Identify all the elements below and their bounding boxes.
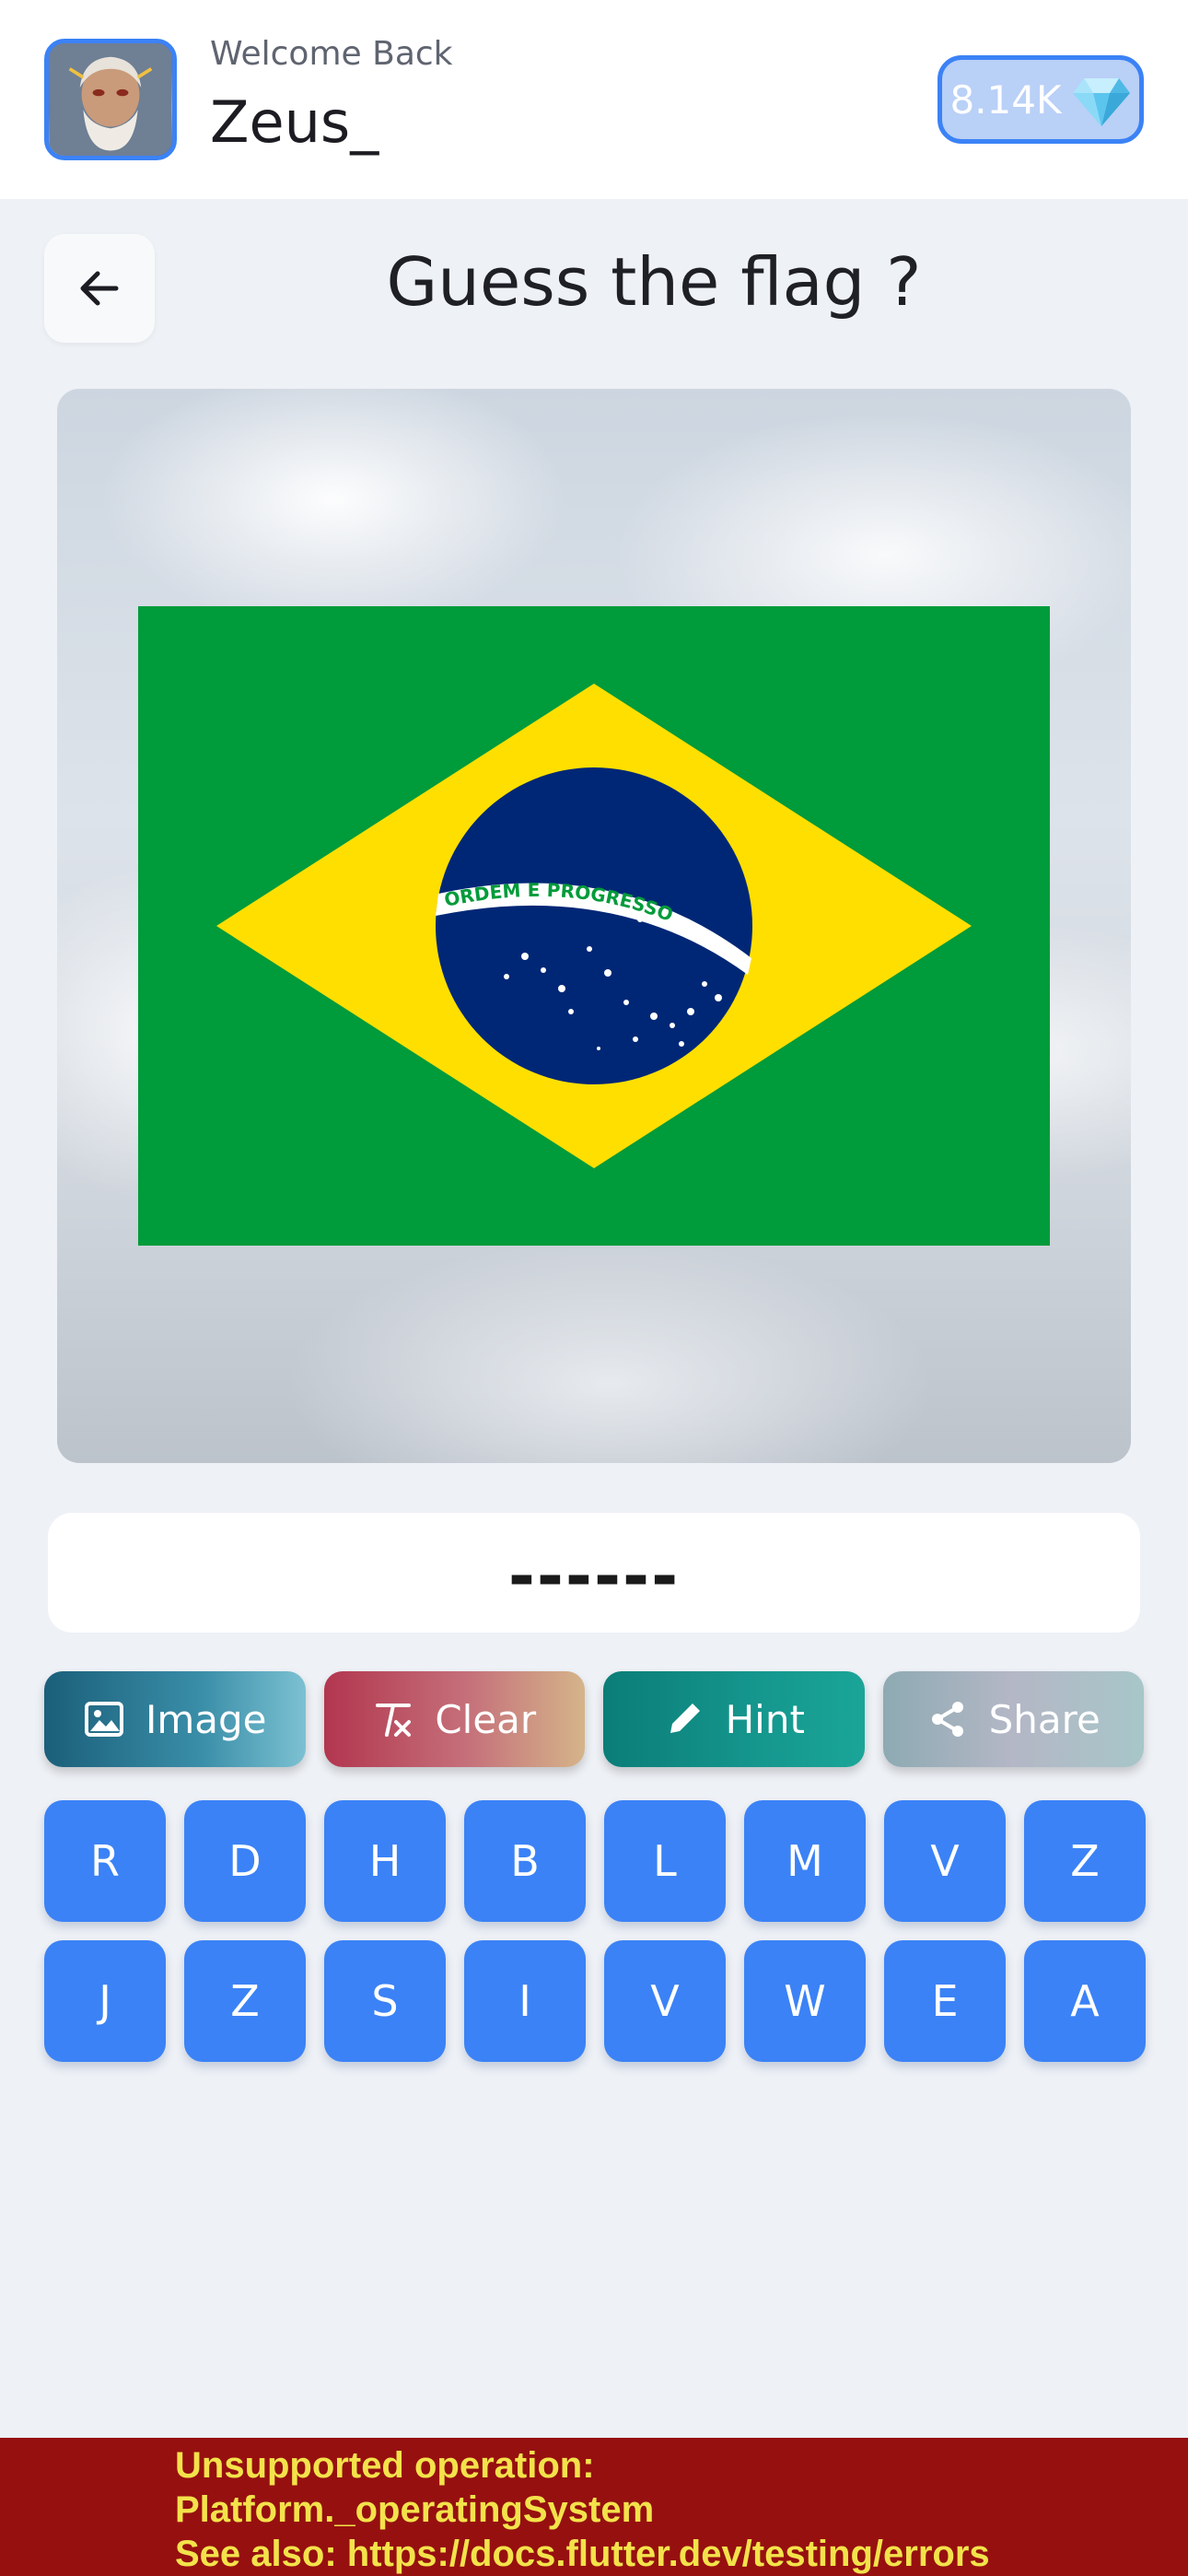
arrow-left-icon [80, 271, 119, 306]
image-button-label: Image [145, 1696, 267, 1742]
letter-key[interactable]: B [464, 1800, 586, 1922]
diamond-icon [1072, 78, 1130, 126]
letter-keyboard: R D H B L M V Z J Z S I V W E A [44, 1800, 1146, 2062]
share-icon [931, 1702, 963, 1737]
username: Zeus_ [210, 88, 379, 156]
action-bar: Image Clear Hint Share [44, 1671, 1144, 1767]
letter-key[interactable]: Z [184, 1940, 306, 2062]
letter-key[interactable]: H [324, 1800, 446, 1922]
clear-button-label: Clear [435, 1696, 537, 1742]
gems-badge[interactable]: 8.14K [938, 55, 1144, 144]
share-button-label: Share [988, 1696, 1101, 1742]
error-line-3: See also: https://docs.flutter.dev/testi… [175, 2534, 990, 2574]
letter-key[interactable]: J [44, 1940, 166, 2062]
answer-slots: ------ [507, 1539, 681, 1614]
zeus-portrait-icon [49, 43, 172, 156]
answer-box: ------ [48, 1513, 1140, 1633]
letter-key[interactable]: V [604, 1940, 726, 2062]
letter-key[interactable]: S [324, 1940, 446, 2062]
letter-key[interactable]: V [884, 1800, 1006, 1922]
image-button[interactable]: Image [44, 1671, 306, 1767]
error-line-1: Unsupported operation: [175, 2445, 595, 2486]
error-banner: Unsupported operation: Platform._operati… [0, 2438, 1188, 2576]
letter-key[interactable]: D [184, 1800, 306, 1922]
letter-key[interactable]: L [604, 1800, 726, 1922]
hint-button-label: Hint [725, 1696, 805, 1742]
clear-format-icon [376, 1704, 412, 1737]
hint-button[interactable]: Hint [603, 1671, 865, 1767]
back-button[interactable] [44, 234, 155, 343]
error-line-2: Platform._operatingSystem [175, 2489, 655, 2530]
gems-count: 8.14K [949, 76, 1062, 123]
letter-key[interactable]: Z [1024, 1800, 1146, 1922]
letter-key[interactable]: M [744, 1800, 866, 1922]
letter-key[interactable]: R [44, 1800, 166, 1922]
image-icon [84, 1702, 123, 1737]
letter-key[interactable]: A [1024, 1940, 1146, 2062]
avatar[interactable] [44, 39, 177, 160]
letter-key[interactable]: W [744, 1940, 866, 2062]
clear-button[interactable]: Clear [323, 1671, 585, 1767]
flag-card: ORDEM E PROGRESSO [57, 389, 1131, 1463]
header: Welcome Back Zeus_ 8.14K [0, 0, 1188, 199]
page-title: Guess the flag ? [386, 243, 922, 321]
share-button[interactable]: Share [882, 1671, 1144, 1767]
welcome-text: Welcome Back [210, 35, 453, 73]
letter-key[interactable]: I [464, 1940, 586, 2062]
brazil-flag-image: ORDEM E PROGRESSO [138, 606, 1050, 1246]
error-message: Unsupported operation: Platform._operati… [175, 2443, 990, 2576]
pencil-icon [670, 1704, 700, 1733]
letter-key[interactable]: E [884, 1940, 1006, 2062]
